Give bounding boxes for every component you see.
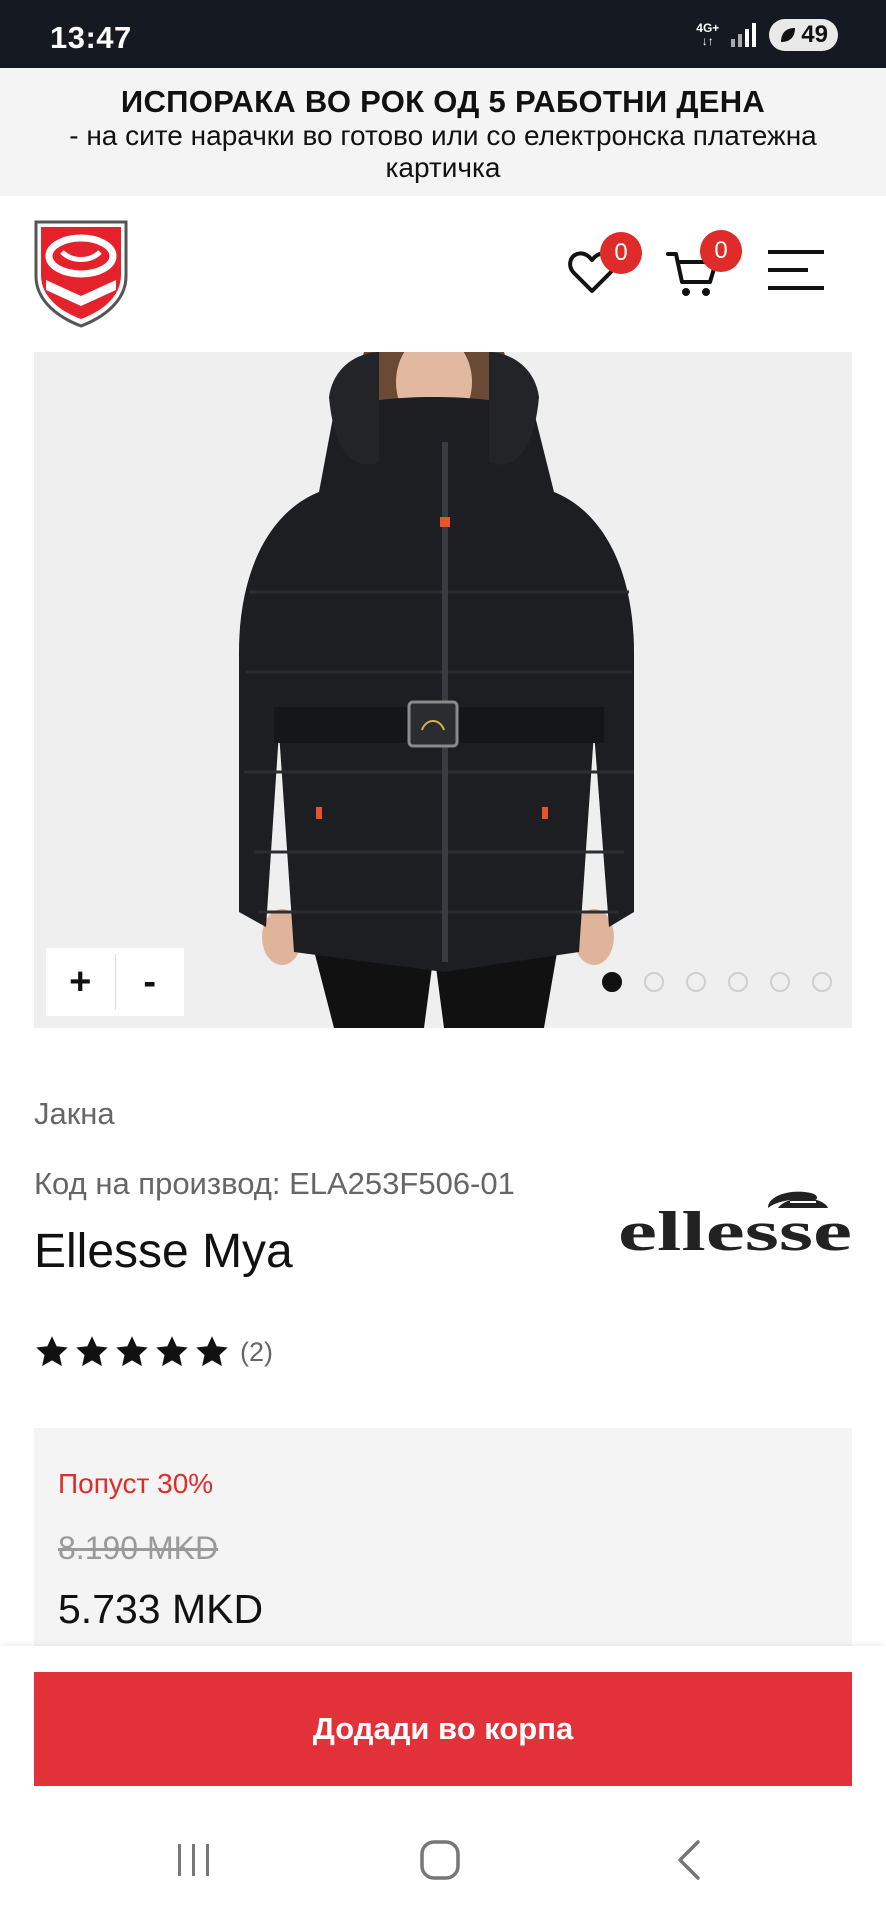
wishlist-count-badge: 0 <box>600 232 642 274</box>
home-icon <box>420 1840 460 1880</box>
cart-count-badge: 0 <box>700 230 742 272</box>
ellesse-logo: ellesse <box>618 1191 852 1263</box>
gallery-dot[interactable] <box>602 972 622 992</box>
signal-icon <box>731 23 757 47</box>
gallery-pagination <box>602 972 832 992</box>
star-icon <box>196 1336 228 1367</box>
star-icon <box>36 1336 68 1367</box>
home-button[interactable] <box>410 1836 470 1884</box>
menu-button[interactable] <box>768 246 828 302</box>
status-bar: 13:47 4G+ ↓↑ 49 <box>0 0 886 68</box>
announcement-title: ИСПОРАКА ВО РОК ОД 5 РАБОТНИ ДЕНА <box>120 84 766 119</box>
network-indicator: 4G+ ↓↑ <box>696 22 719 48</box>
gallery-dot[interactable] <box>644 972 664 992</box>
old-price: 8.190 MKD <box>58 1530 219 1566</box>
store-logo[interactable] <box>32 218 130 328</box>
star-icon <box>76 1336 108 1367</box>
gallery-dot[interactable] <box>812 972 832 992</box>
add-to-cart-button[interactable]: Додади во корпа <box>34 1672 852 1786</box>
product-rating[interactable]: (2) <box>34 1334 273 1370</box>
zoom-out-button[interactable]: - <box>116 948 185 1016</box>
brand-logo[interactable]: ellesse <box>618 1190 852 1263</box>
recent-apps-button[interactable] <box>164 1836 224 1884</box>
product-photo <box>34 352 852 1028</box>
product-category: Јакна <box>34 1096 115 1131</box>
leaf-icon <box>781 28 796 42</box>
gallery-dot[interactable] <box>686 972 706 992</box>
discount-label: Попуст 30% <box>58 1468 214 1499</box>
cart-button[interactable]: 0 <box>666 230 742 302</box>
product-name: Ellesse Mya <box>34 1225 293 1278</box>
star-icon <box>156 1336 188 1367</box>
star-icon <box>116 1336 148 1367</box>
site-header: 0 0 <box>0 196 886 352</box>
product-code: Код на производ: ELA253F506-01 <box>34 1166 515 1201</box>
back-button[interactable] <box>660 1836 720 1884</box>
brand-name: ellesse <box>618 1201 852 1256</box>
gallery-dot[interactable] <box>728 972 748 992</box>
battery-indicator: 49 <box>769 19 838 51</box>
zoom-in-button[interactable]: + <box>46 948 115 1016</box>
status-indicators: 4G+ ↓↑ 49 <box>696 18 838 52</box>
add-to-cart-bar: Додади во корпа <box>0 1646 886 1796</box>
system-navigation-bar <box>0 1796 886 1920</box>
delivery-announcement: ИСПОРАКА ВО РОК ОД 5 РАБОТНИ ДЕНА - на с… <box>0 68 886 196</box>
recent-apps-icon <box>178 1844 209 1876</box>
wishlist-button[interactable]: 0 <box>566 232 642 302</box>
zoom-controls: + - <box>46 948 184 1016</box>
rating-stars <box>34 1334 230 1370</box>
rating-count: (2) <box>240 1336 273 1367</box>
price-panel: Попуст 30% 8.190 MKD 5.733 MKD <box>34 1428 852 1648</box>
product-image-gallery[interactable]: + - <box>34 352 852 1028</box>
current-price: 5.733 MKD <box>58 1586 264 1632</box>
status-time: 13:47 <box>50 20 132 55</box>
announcement-subtitle: - на сите нарачки во готово или со елект… <box>69 120 817 183</box>
gallery-dot[interactable] <box>770 972 790 992</box>
back-icon <box>678 1840 700 1880</box>
battery-level: 49 <box>801 21 828 48</box>
hamburger-menu-icon <box>768 250 824 290</box>
data-arrows-icon: ↓↑ <box>701 34 714 48</box>
